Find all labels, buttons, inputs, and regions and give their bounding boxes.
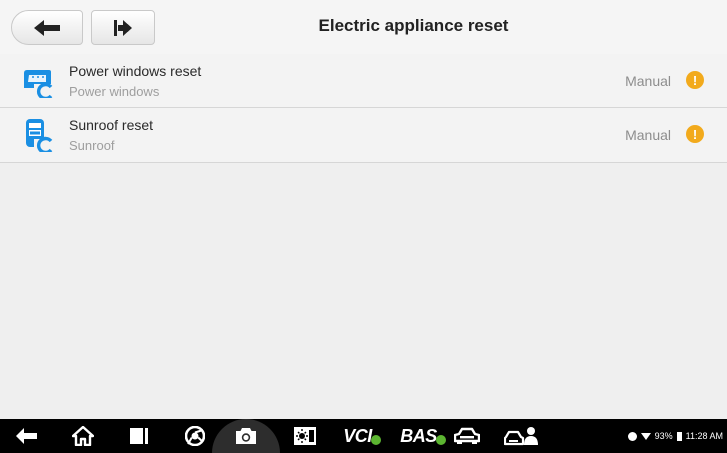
sunroof-icon bbox=[26, 119, 54, 152]
brightness-icon bbox=[294, 427, 316, 445]
list-item-power-windows[interactable]: Power windows reset Power windows Manual… bbox=[0, 54, 727, 108]
bas-status-dot bbox=[435, 435, 446, 445]
chrome-icon bbox=[185, 426, 205, 446]
row-subtitle: Power windows bbox=[69, 84, 160, 99]
row-title: Sunroof reset bbox=[69, 117, 154, 133]
warning-icon: ! bbox=[686, 71, 704, 89]
status-tray: 93% 11:28 AM bbox=[627, 419, 723, 453]
row-subtitle: Sunroof bbox=[69, 138, 115, 153]
warning-icon: ! bbox=[686, 125, 704, 143]
reset-function-list: Power windows reset Power windows Manual… bbox=[0, 54, 727, 163]
status-label: Manual bbox=[625, 73, 671, 89]
vci-label: VCI bbox=[343, 425, 372, 446]
battery-level: 93% bbox=[654, 431, 673, 441]
status-label: Manual bbox=[625, 127, 671, 143]
vci-status-dot bbox=[370, 435, 381, 445]
camera-button[interactable] bbox=[231, 419, 261, 453]
user-vehicle-button[interactable] bbox=[500, 419, 544, 453]
row-title: Power windows reset bbox=[69, 63, 202, 79]
car-user-icon bbox=[504, 427, 538, 446]
page-title: Electric appliance reset bbox=[318, 16, 509, 35]
recent-apps-icon bbox=[130, 428, 148, 444]
bas-button[interactable]: BAS bbox=[392, 419, 454, 453]
bas-label: BAS bbox=[400, 425, 437, 446]
vehicle-button[interactable] bbox=[451, 419, 483, 453]
system-back-button[interactable] bbox=[12, 419, 42, 453]
car-icon bbox=[454, 427, 480, 444]
home-button[interactable] bbox=[68, 419, 98, 453]
brightness-button[interactable] bbox=[290, 419, 320, 453]
vci-button[interactable]: VCI bbox=[332, 419, 392, 453]
back-arrow-icon bbox=[16, 428, 37, 444]
battery-icon bbox=[676, 431, 682, 441]
list-item-sunroof[interactable]: Sunroof reset Sunroof Manual ! bbox=[0, 108, 727, 163]
browser-button[interactable] bbox=[180, 419, 210, 453]
home-icon bbox=[72, 426, 94, 446]
clock: 11:28 AM bbox=[685, 431, 723, 441]
header-bar: Electric appliance reset bbox=[0, 0, 727, 55]
camera-icon bbox=[236, 428, 256, 444]
bluetooth-icon bbox=[627, 431, 637, 441]
power-window-icon bbox=[24, 70, 54, 98]
recent-apps-button[interactable] bbox=[124, 419, 154, 453]
wifi-icon bbox=[640, 433, 651, 440]
